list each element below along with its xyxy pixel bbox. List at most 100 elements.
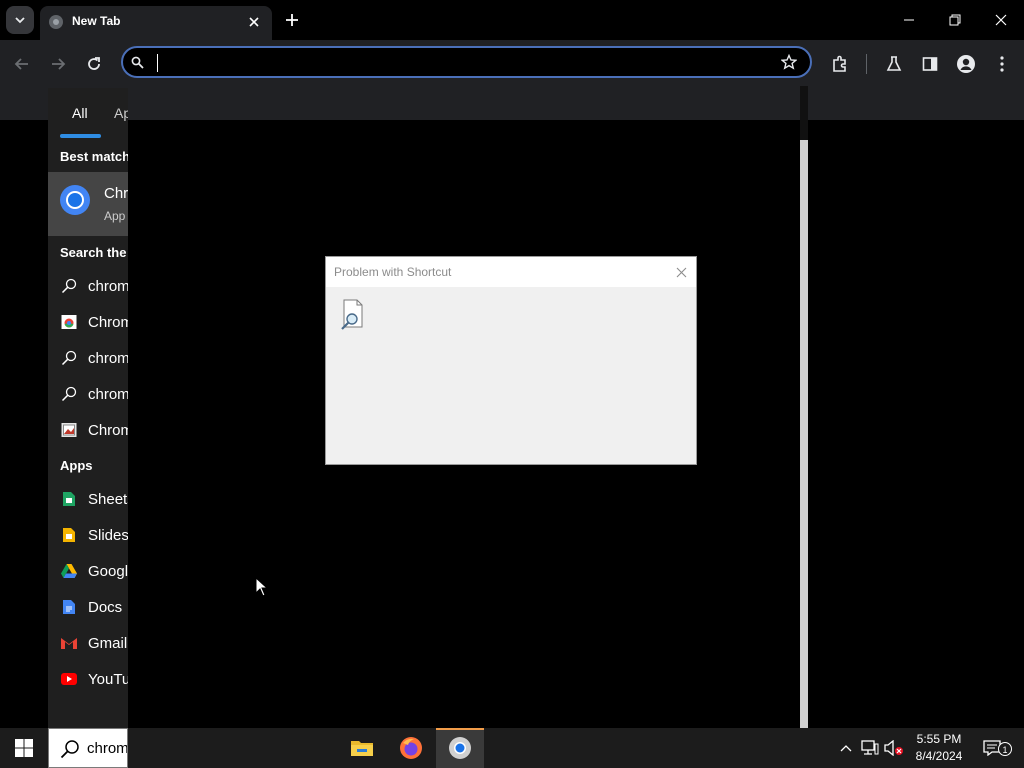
search-icon xyxy=(60,349,78,367)
browser-toolbar xyxy=(0,40,1024,86)
side-panel-button[interactable] xyxy=(918,52,942,76)
tab-strip: New Tab xyxy=(0,0,1024,40)
close-tab-icon[interactable] xyxy=(246,14,262,30)
bookmark-star-icon[interactable] xyxy=(781,54,797,70)
reload-button[interactable] xyxy=(82,52,106,76)
slides-icon xyxy=(60,526,78,544)
search-icon xyxy=(60,739,80,759)
notification-count-badge: 1 xyxy=(998,742,1012,756)
reload-icon xyxy=(88,57,100,70)
taskbar-chrome[interactable] xyxy=(436,728,484,768)
app-item-drive[interactable]: Googl xyxy=(48,553,128,589)
app-item-label: Googl xyxy=(88,563,128,580)
minimize-button[interactable] xyxy=(897,8,921,32)
page-area-edge xyxy=(800,86,808,140)
scrollbar[interactable] xyxy=(800,140,808,728)
list-item-label: chrom xyxy=(88,350,128,367)
labs-button[interactable] xyxy=(882,52,906,76)
search-icon xyxy=(60,385,78,403)
avatar-icon xyxy=(957,55,975,73)
taskbar-firefox[interactable] xyxy=(387,728,435,768)
address-bar[interactable] xyxy=(121,46,812,78)
volume-muted-icon[interactable] xyxy=(884,738,904,758)
sheets-icon xyxy=(60,490,78,508)
bookmark-bar xyxy=(0,86,1024,120)
list-item[interactable]: Chrom xyxy=(48,412,128,448)
app-item-slides[interactable]: Slides xyxy=(48,517,128,553)
chrome-icon xyxy=(449,737,471,759)
more-vert-icon xyxy=(1000,56,1004,72)
app-item-youtube[interactable]: YouTu xyxy=(48,661,128,697)
app-item-sheets[interactable]: Sheets xyxy=(48,481,128,517)
restore-button[interactable] xyxy=(943,8,967,32)
taskbar-search-box[interactable]: chrom xyxy=(48,728,128,768)
best-match-title: Chr xyxy=(104,185,128,202)
close-window-button[interactable] xyxy=(989,8,1013,32)
best-match-item[interactable]: Chr App xyxy=(48,172,128,236)
close-icon xyxy=(676,267,686,277)
tab-new-tab[interactable]: New Tab xyxy=(40,6,272,40)
apps-heading: Apps xyxy=(60,458,93,473)
extensions-button[interactable] xyxy=(828,52,852,76)
chrome-icon xyxy=(59,184,91,216)
clock-time: 5:55 PM xyxy=(916,732,962,746)
back-button[interactable] xyxy=(10,52,34,76)
start-search-panel: All Ap Best match Chr App Search the w c… xyxy=(48,88,128,728)
dialog-close-button[interactable] xyxy=(672,263,690,281)
toolbar-divider xyxy=(866,54,867,74)
gmail-icon xyxy=(60,634,78,652)
chevron-down-icon xyxy=(15,17,25,24)
taskbar-search-text: chrom xyxy=(87,740,128,757)
file-explorer-icon xyxy=(351,741,373,756)
search-web-heading: Search the w xyxy=(60,245,128,260)
app-item-docs[interactable]: Docs xyxy=(48,589,128,625)
start-button[interactable] xyxy=(0,728,48,768)
show-hidden-icons-button[interactable] xyxy=(836,738,856,758)
firefox-icon xyxy=(400,737,422,759)
best-match-subtitle: App xyxy=(104,209,126,223)
forward-button[interactable] xyxy=(46,52,70,76)
puzzle-icon xyxy=(833,55,846,72)
list-item-label: Chrom xyxy=(88,314,128,331)
plus-icon xyxy=(286,14,298,26)
search-icon xyxy=(60,277,78,295)
tab-title: New Tab xyxy=(72,14,121,28)
docs-icon xyxy=(60,598,78,616)
tab-search-button[interactable] xyxy=(6,6,34,34)
profile-button[interactable] xyxy=(954,52,978,76)
list-item[interactable]: chrom xyxy=(48,376,128,412)
app-item-label: Gmail xyxy=(88,635,128,652)
flask-icon xyxy=(886,56,902,71)
list-item-label: chrom xyxy=(88,386,128,403)
list-item[interactable]: chrom xyxy=(48,268,128,304)
active-app-indicator xyxy=(436,728,484,730)
best-match-heading: Best match xyxy=(60,149,128,164)
taskbar-file-explorer[interactable] xyxy=(338,728,386,768)
app-item-label: Slides xyxy=(88,527,128,544)
filter-tab-apps[interactable]: Ap xyxy=(114,105,128,121)
chevron-up-icon xyxy=(840,745,852,752)
app-item-label: Sheets xyxy=(88,491,128,508)
restore-icon xyxy=(949,14,961,26)
dialog-title: Problem with Shortcut xyxy=(334,265,452,279)
document-search-icon xyxy=(339,299,365,331)
app-item-label: Docs xyxy=(88,599,123,616)
windows-logo-icon xyxy=(15,739,33,757)
network-icon[interactable] xyxy=(860,738,880,758)
address-input[interactable] xyxy=(163,50,767,76)
taskbar: chrom 5:55 PM 8/4/2024 xyxy=(0,728,1024,768)
list-item[interactable]: chrom xyxy=(48,340,128,376)
chrome-page-icon xyxy=(60,313,78,331)
close-icon xyxy=(995,14,1007,26)
arrow-left-icon xyxy=(14,58,28,70)
app-item-label: YouTu xyxy=(88,671,128,688)
new-tab-button[interactable] xyxy=(282,10,302,30)
filter-tab-all[interactable]: All xyxy=(72,105,88,121)
list-item[interactable]: Chrom xyxy=(48,304,128,340)
problem-with-shortcut-dialog: Problem with Shortcut xyxy=(325,256,697,465)
clock-date: 8/4/2024 xyxy=(915,749,963,763)
taskbar-clock[interactable]: 5:55 PM 8/4/2024 xyxy=(906,731,972,765)
dialog-titlebar[interactable]: Problem with Shortcut xyxy=(326,257,696,287)
app-item-gmail[interactable]: Gmail xyxy=(48,625,128,661)
menu-button[interactable] xyxy=(990,52,1014,76)
